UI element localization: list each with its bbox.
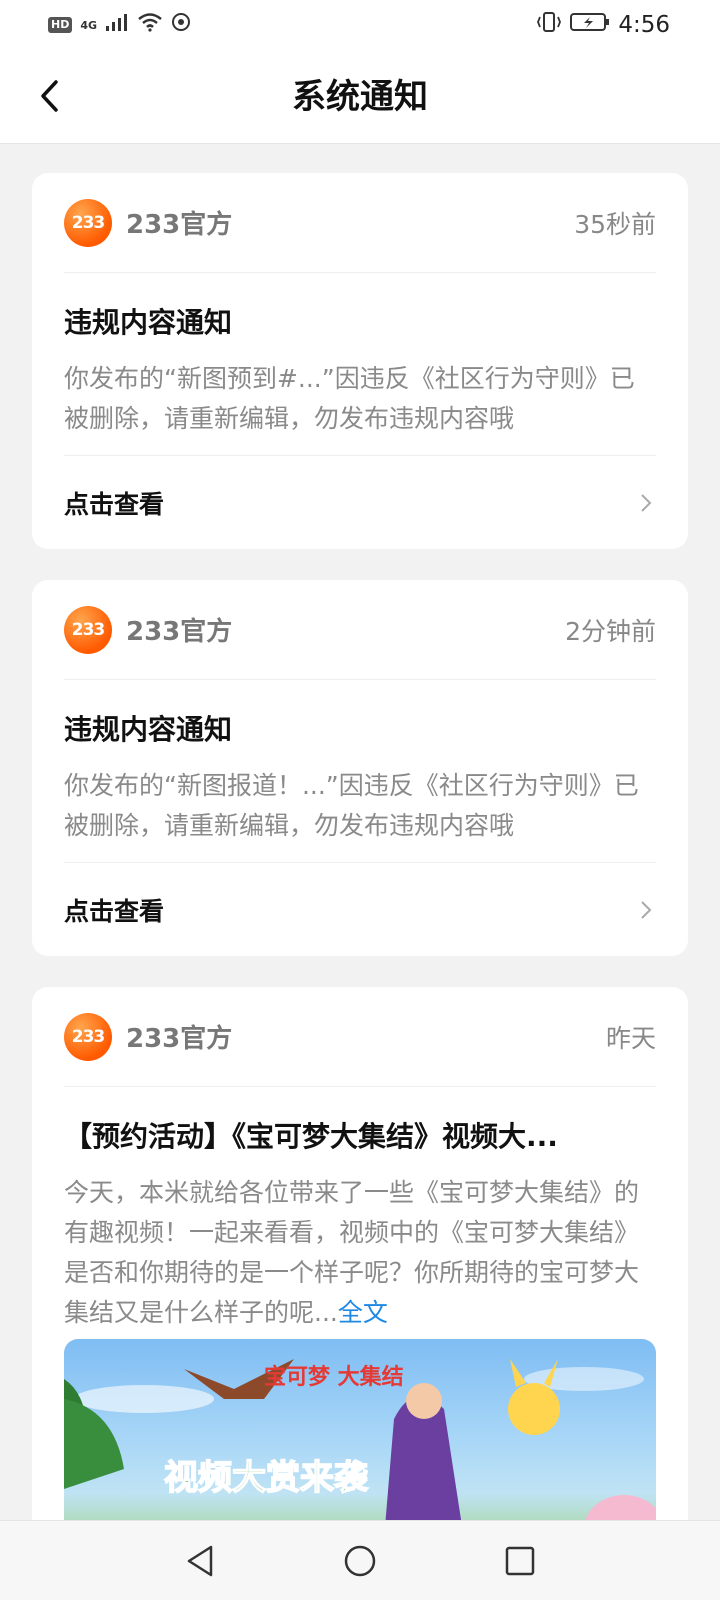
square-recents-icon <box>505 1546 535 1575</box>
card-header: 233 233官方 2分钟前 <box>64 580 656 680</box>
hd-badge: HD <box>48 17 73 33</box>
avatar: 233 <box>64 1012 112 1061</box>
avatar: 233 <box>64 198 112 247</box>
card-header: 233 233官方 昨天 <box>64 987 656 1087</box>
vibrate-icon <box>536 11 562 39</box>
notification-card: 233 233官方 2分钟前 违规内容通知 你发布的“新图报道！...”因违反《… <box>32 580 688 956</box>
signal-icon <box>105 12 129 38</box>
view-details-label: 点击查看 <box>64 896 165 926</box>
chevron-right-icon <box>636 493 656 513</box>
sender-name: 233官方 <box>126 210 233 240</box>
triangle-back-icon <box>187 1545 213 1576</box>
nav-home-button[interactable] <box>330 1531 390 1591</box>
banner-slogan-text: 视频大赏来袭 <box>164 1458 369 1498</box>
battery-icon <box>570 11 610 39</box>
notification-title: 违规内容通知 <box>64 713 233 746</box>
sender-name: 233官方 <box>126 617 233 647</box>
chevron-right-icon <box>636 900 656 920</box>
back-arrow-icon <box>41 80 58 112</box>
status-left: HD 4G <box>48 11 193 39</box>
notification-card: 233 233官方 35秒前 违规内容通知 你发布的“新图预到#...”因违反《… <box>32 173 688 549</box>
back-button[interactable] <box>26 72 74 120</box>
timestamp: 35秒前 <box>574 209 656 239</box>
notification-title: 【预约活动】《宝可梦大集结》视频大... <box>64 1120 558 1153</box>
view-details-row[interactable]: 点击查看 <box>64 862 656 956</box>
nav-recents-button[interactable] <box>490 1531 550 1591</box>
system-nav-bar <box>0 1520 720 1600</box>
network-type: 4G <box>80 18 98 32</box>
nav-back-button[interactable] <box>170 1531 230 1591</box>
view-details-row[interactable]: 点击查看 <box>64 455 656 549</box>
timestamp: 2分钟前 <box>565 616 656 646</box>
circle-home-icon <box>344 1545 376 1576</box>
read-full-link[interactable]: 全文 <box>338 1298 388 1327</box>
notification-body: 今天，本米就给各位带来了一些《宝可梦大集结》的有趣视频！一起来看看，视频中的《宝… <box>64 1173 656 1333</box>
notification-body: 你发布的“新图报道！...”因违反《社区行为守则》已被删除，请重新编辑，勿发布违… <box>64 771 639 840</box>
status-right: 4:56 <box>536 11 670 39</box>
card-header: 233 233官方 35秒前 <box>64 173 656 273</box>
avatar: 233 <box>64 605 112 654</box>
notification-body: 你发布的“新图预到#...”因违反《社区行为守则》已被删除，请重新编辑，勿发布违… <box>64 364 635 433</box>
timestamp: 昨天 <box>605 1023 656 1053</box>
banner-logo-text: 宝可梦 大集结 <box>264 1364 404 1390</box>
view-details-label: 点击查看 <box>64 489 165 519</box>
app-header: 系统通知 <box>0 50 720 144</box>
notification-card[interactable]: 233 233官方 昨天 【预约活动】《宝可梦大集结》视频大... 今天，本米就… <box>32 987 688 1587</box>
clock: 4:56 <box>618 12 670 38</box>
page-title: 系统通知 <box>292 77 428 117</box>
sender-name: 233官方 <box>126 1024 233 1054</box>
status-bar: HD 4G 4:56 <box>0 0 720 50</box>
nfc-icon <box>171 11 193 39</box>
notification-title: 违规内容通知 <box>64 306 233 339</box>
wifi-icon <box>137 12 163 38</box>
